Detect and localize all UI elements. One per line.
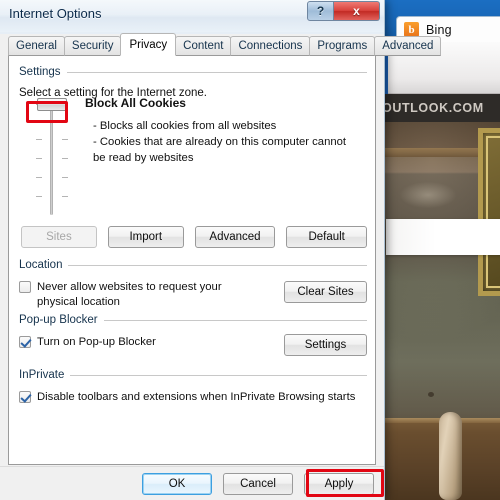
tab-programs[interactable]: Programs [309,36,376,56]
photo-wall-mark [428,392,434,397]
location-group-label: Location [19,259,63,271]
photo-horn-object [439,412,462,500]
inprivate-checkbox-row[interactable]: Disable toolbars and extensions when InP… [19,390,367,405]
inprivate-group-header: InPrivate [19,369,367,381]
slider-tick [62,158,68,159]
popup-group-label: Pop-up Blocker [19,314,98,326]
page-white-content-strip [386,219,500,255]
group-rule [103,319,367,321]
slider-tick [36,177,42,178]
group-rule [66,71,367,73]
import-button[interactable]: Import [107,226,184,248]
sites-button[interactable]: Sites [21,226,97,248]
window-buttons: ? x [307,1,380,21]
ok-button[interactable]: OK [142,473,212,495]
bing-b-icon: b [404,22,419,37]
location-checkbox-label: Never allow websites to request your phy… [37,281,222,309]
slider-tick [36,120,42,121]
slider-tick [62,177,68,178]
inprivate-label: Disable toolbars and extensions when InP… [37,391,356,403]
inprivate-group-label: InPrivate [19,369,65,381]
slider-tick [62,139,68,140]
settings-button-row: Sites Import Advanced Default [21,226,367,248]
privacy-zone-description: - Blocks all cookies from all websites -… [93,120,347,165]
page-nav-brand: OUTLOOK.COM [382,101,484,115]
clear-sites-button[interactable]: Clear Sites [284,281,367,303]
popup-settings-button[interactable]: Settings [284,334,367,356]
tab-security[interactable]: Security [63,36,122,56]
location-checkbox[interactable] [19,281,31,293]
popup-blocker-label: Turn on Pop-up Blocker [37,336,156,348]
group-rule [70,374,367,376]
inprivate-checkbox[interactable] [19,391,31,403]
footer-button-row: OK Cancel Apply [142,473,374,495]
privacy-level-slider[interactable] [29,96,75,218]
slider-tick [36,196,42,197]
photo-picture-frame-inner [486,136,500,288]
tab-connections[interactable]: Connections [230,36,311,56]
apply-button[interactable]: Apply [304,473,374,495]
location-section: Location Never allow websites to request… [19,259,367,310]
dialog-title: Internet Options [9,6,102,21]
privacy-zone-title: Block All Cookies [85,96,186,110]
internet-options-dialog: Internet Options ? x General Security Pr… [0,0,442,500]
slider-tick [36,139,42,140]
settings-group-label: Settings [19,66,61,78]
slider-tick [62,120,68,121]
close-button[interactable]: x [334,1,380,21]
location-group-header: Location [19,259,367,271]
popup-group-header: Pop-up Blocker [19,314,367,326]
screen: b Bing OUTLOOK.COM Internet Options ? x [0,0,500,500]
settings-section: Settings Select a setting for the Intern… [19,66,367,99]
popup-blocker-checkbox[interactable] [19,336,31,348]
slider-tick [62,196,68,197]
privacy-slider-thumb[interactable] [37,98,67,111]
slider-track [50,103,53,215]
tab-advanced[interactable]: Advanced [374,36,442,56]
cancel-button[interactable]: Cancel [223,473,293,495]
help-button[interactable]: ? [307,1,334,21]
photo-picture-frame [478,128,500,296]
inprivate-section: InPrivate Disable toolbars and extension… [19,369,367,405]
photo-wall-scuff [400,182,456,208]
default-button[interactable]: Default [286,226,367,248]
photo-wall-rail [380,148,480,157]
slider-tick [36,158,42,159]
dialog-footer: OK Cancel Apply [0,466,384,500]
tab-content[interactable]: Content [175,36,232,56]
tab-general[interactable]: General [8,36,65,56]
dialog-tabstrip: General Security Privacy Content Connect… [8,33,442,56]
tab-privacy[interactable]: Privacy [120,33,177,56]
advanced-button[interactable]: Advanced [194,226,276,248]
dialog-titlebar[interactable]: Internet Options ? x [0,0,384,32]
privacy-tab-panel: Settings Select a setting for the Intern… [8,55,376,465]
settings-group-header: Settings [19,66,367,78]
page-nav-band: OUTLOOK.COM [380,94,500,122]
popup-blocker-section: Pop-up Blocker Turn on Pop-up Blocker Se… [19,314,367,356]
group-rule [68,264,367,266]
browser-tab-label: Bing [426,22,452,37]
